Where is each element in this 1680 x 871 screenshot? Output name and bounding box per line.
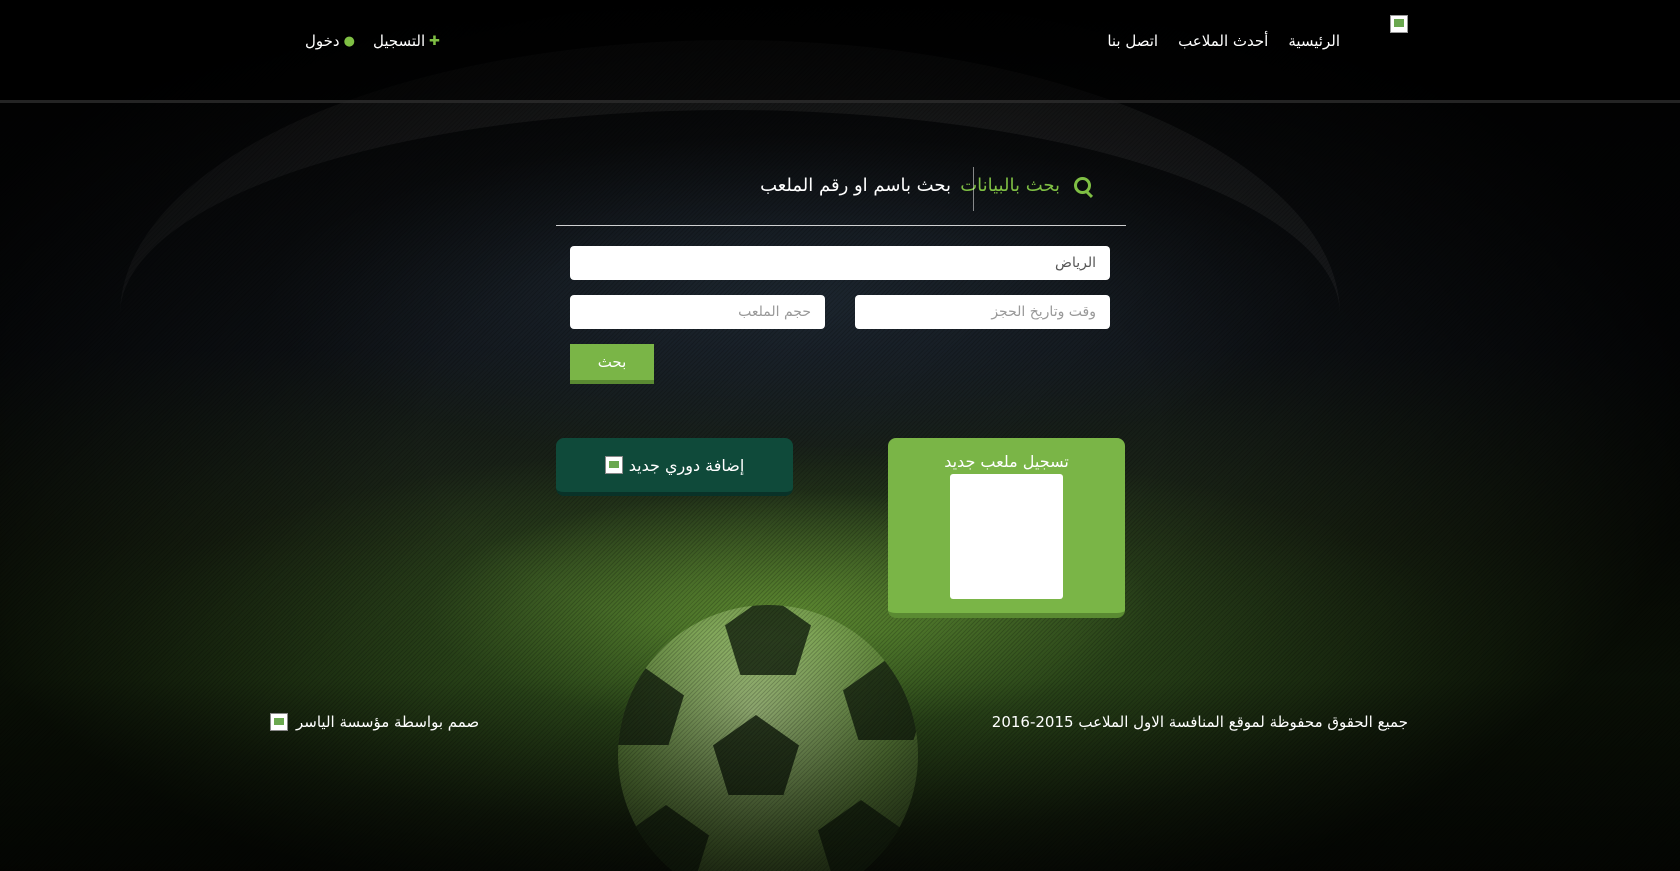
main-nav: الرئيسية أحدث الملاعب اتصل بنا [1107, 32, 1340, 50]
soccer-ball-image [618, 605, 918, 871]
login-link[interactable]: ● دخول [305, 32, 355, 50]
footer-credit: صمم بواسطة مؤسسة الياسر [270, 713, 479, 731]
field-size-input[interactable] [570, 295, 825, 329]
tab-search-by-data[interactable]: بحث بالبيانات [960, 175, 1091, 196]
add-league-button[interactable]: إضافة دوري جديد [556, 438, 793, 496]
register-label: التسجيل [372, 32, 426, 50]
tab-search-by-name[interactable]: بحث باسم او رقم الملعب [760, 175, 951, 196]
account-nav: ✚ التسجيل ● دخول [305, 32, 440, 50]
designer-logo-icon[interactable] [270, 713, 288, 731]
city-input[interactable] [570, 246, 1110, 280]
tab-search-by-data-label: بحث بالبيانات [960, 175, 1060, 196]
register-field-image [950, 474, 1063, 599]
register-field-card[interactable]: تسجيل ملعب جديد [888, 438, 1125, 618]
user-icon: ● [343, 33, 355, 49]
footer-copyright: جميع الحقوق محفوظة لموقع المنافسة الاول … [991, 713, 1408, 731]
register-field-label: تسجيل ملعب جديد [944, 452, 1069, 471]
top-navbar: الرئيسية أحدث الملاعب اتصل بنا ✚ التسجيل… [0, 0, 1680, 103]
tab-divider [973, 167, 974, 211]
site-logo[interactable] [1390, 15, 1408, 33]
add-league-label: إضافة دوري جديد [628, 455, 745, 475]
search-tabs: بحث بالبيانات بحث باسم او رقم الملعب [556, 165, 1126, 226]
search-button[interactable]: بحث [570, 344, 654, 384]
user-plus-icon: ✚ [429, 33, 441, 49]
booking-datetime-input[interactable] [855, 295, 1110, 329]
login-label: دخول [305, 32, 340, 50]
designer-credit[interactable]: صمم بواسطة مؤسسة الياسر [296, 713, 479, 731]
nav-home[interactable]: الرئيسية [1288, 32, 1340, 50]
register-link[interactable]: ✚ التسجيل [373, 32, 440, 50]
league-image-icon [604, 456, 623, 474]
nav-latest-fields[interactable]: أحدث الملاعب [1178, 32, 1268, 50]
nav-contact[interactable]: اتصل بنا [1107, 32, 1158, 50]
search-icon [1074, 177, 1091, 194]
